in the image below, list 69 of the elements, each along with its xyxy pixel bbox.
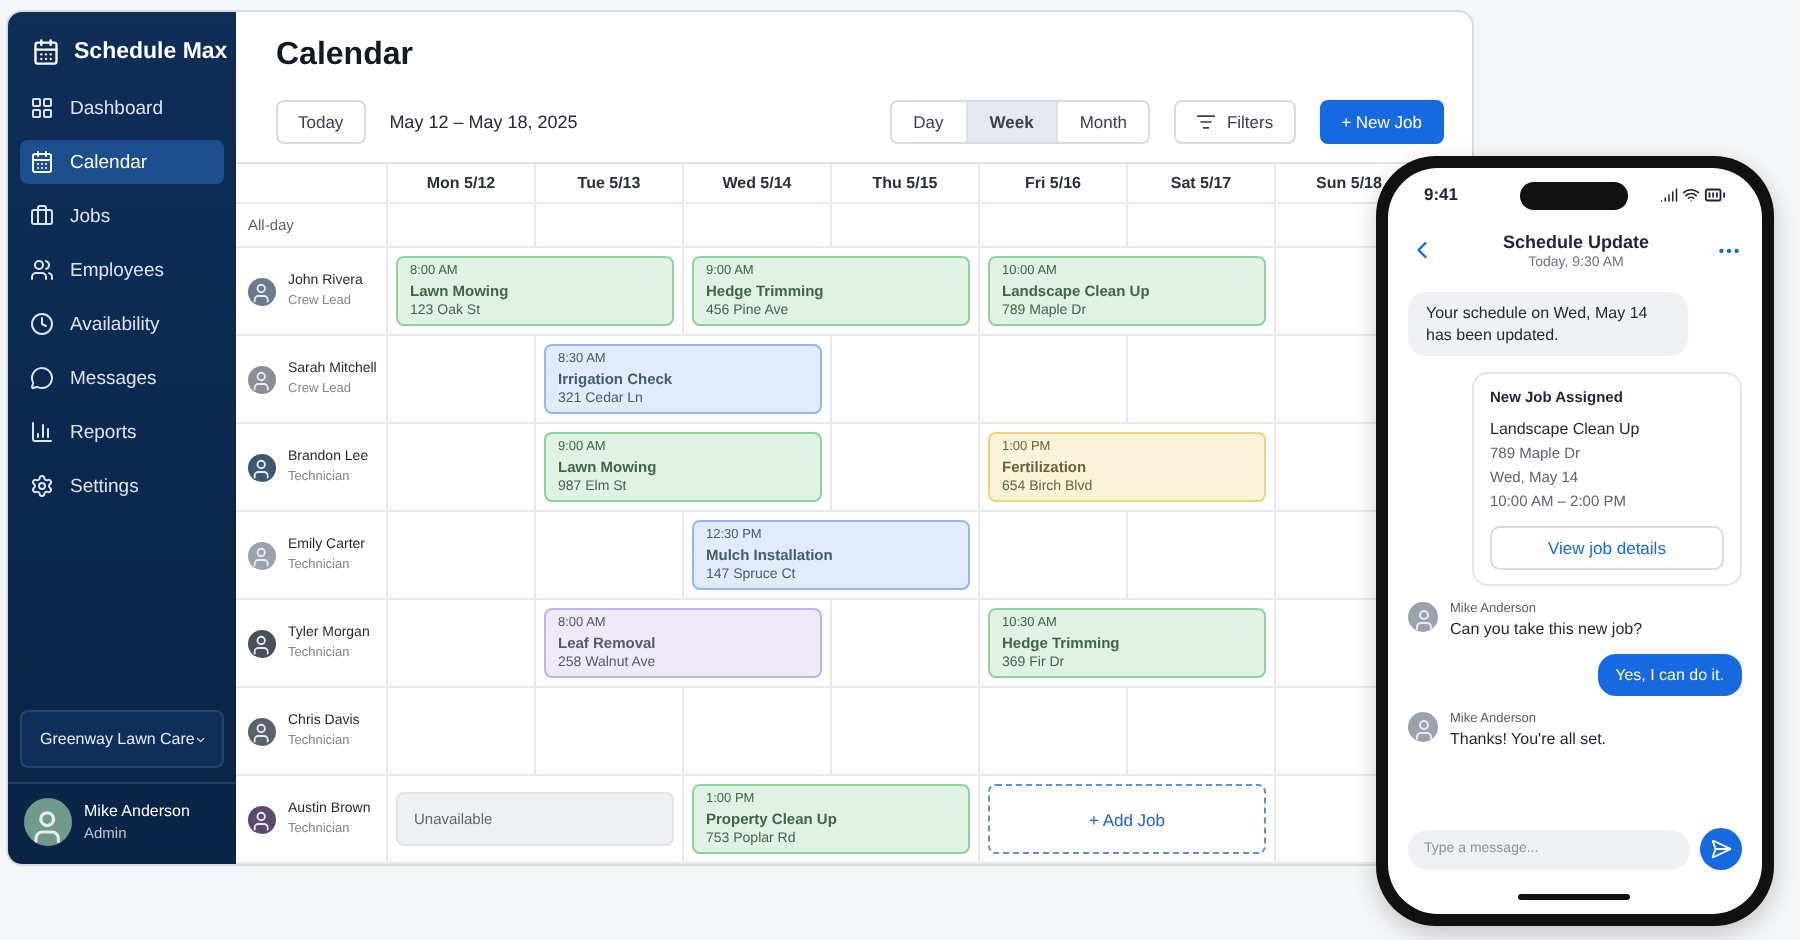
avatar-icon bbox=[1408, 712, 1438, 742]
app-name: Schedule Max bbox=[74, 40, 228, 64]
send-button[interactable] bbox=[1700, 828, 1742, 870]
nav-icon bbox=[30, 96, 54, 120]
nav-label: Calendar bbox=[70, 151, 148, 173]
sidebar-item[interactable]: Calendar bbox=[20, 140, 224, 184]
nav-label: Jobs bbox=[70, 205, 111, 227]
nav-icon bbox=[30, 150, 54, 174]
sidebar-item[interactable]: Dashboard bbox=[20, 86, 224, 130]
nav-icon bbox=[30, 420, 54, 444]
send-icon bbox=[1710, 838, 1732, 860]
nav-label: Settings bbox=[70, 475, 139, 497]
sidebar-item[interactable]: Reports bbox=[20, 410, 224, 454]
chat-title: Schedule Update bbox=[1502, 231, 1649, 251]
avatar-icon bbox=[248, 805, 276, 833]
day-header: Tue 5/13 bbox=[536, 164, 684, 204]
nav-icon bbox=[30, 312, 54, 336]
workspace-name: Greenway Lawn Care bbox=[40, 730, 195, 748]
avatar-icon bbox=[248, 277, 276, 305]
nav-label: Messages bbox=[70, 367, 157, 389]
workspace-dropdown[interactable]: Greenway Lawn Care bbox=[20, 710, 224, 768]
filters-button[interactable]: Filters bbox=[1174, 100, 1296, 144]
signal-icon bbox=[1660, 185, 1678, 203]
sidebar-item[interactable]: Jobs bbox=[20, 194, 224, 238]
message-bubble: Yes, I can do it. bbox=[1597, 654, 1742, 696]
battery-icon bbox=[1704, 183, 1726, 205]
new-job-button[interactable]: + New Job bbox=[1319, 100, 1444, 144]
nav-icon bbox=[30, 258, 54, 282]
view-details-button[interactable]: View job details bbox=[1490, 526, 1724, 570]
date-range: May 12 – May 18, 2025 bbox=[389, 112, 578, 132]
nav-icon bbox=[30, 204, 54, 228]
sidebar-item[interactable]: Messages bbox=[20, 356, 224, 400]
home-indicator bbox=[1518, 894, 1630, 900]
calendar-icon bbox=[32, 38, 60, 66]
card-job-title: Landscape Clean Up bbox=[1490, 420, 1642, 438]
nav-label: Reports bbox=[70, 421, 137, 443]
camera-notch bbox=[1520, 182, 1628, 210]
user-name: Mike Anderson bbox=[84, 802, 190, 820]
wifi-icon bbox=[1682, 185, 1700, 203]
add-job-button[interactable]: + Add Job bbox=[988, 784, 1266, 854]
day-header: Sat 5/17 bbox=[1128, 164, 1276, 204]
nav-label: Dashboard bbox=[70, 97, 163, 119]
avatar-icon bbox=[248, 629, 276, 657]
avatar-icon bbox=[248, 453, 276, 481]
message-bubble: Your schedule on Wed, May 14 has been updated. bbox=[1408, 292, 1688, 356]
avatar-icon bbox=[1408, 602, 1438, 632]
filter-icon bbox=[1196, 112, 1217, 132]
nav-icon bbox=[30, 474, 54, 498]
day-header: Wed 5/14 bbox=[684, 164, 832, 204]
sidebar-item[interactable]: Employees bbox=[20, 248, 224, 292]
nav-icon bbox=[30, 366, 54, 390]
sidebar-item[interactable]: Settings bbox=[20, 464, 224, 508]
status-time: 9:41 bbox=[1424, 184, 1459, 204]
nav-label: Availability bbox=[70, 313, 160, 335]
sidebar-item[interactable]: Availability bbox=[20, 302, 224, 346]
day-header: Fri 5/16 bbox=[980, 164, 1128, 204]
nav-label: Employees bbox=[70, 259, 164, 281]
avatar-icon bbox=[248, 541, 276, 569]
today-button[interactable]: Today bbox=[276, 100, 366, 144]
day-header: Mon 5/12 bbox=[388, 164, 536, 204]
message-text: Thanks! You're all set. bbox=[1450, 730, 1607, 748]
message-text: Can you take this new job? bbox=[1450, 620, 1643, 638]
view-tab[interactable]: Week bbox=[965, 102, 1056, 142]
page-title: Calendar bbox=[276, 36, 415, 76]
view-tab[interactable]: Month bbox=[1055, 102, 1149, 142]
avatar-icon bbox=[24, 798, 72, 846]
avatar-icon bbox=[248, 365, 276, 393]
day-header: Thu 5/15 bbox=[832, 164, 980, 204]
avatar-icon bbox=[248, 717, 276, 745]
